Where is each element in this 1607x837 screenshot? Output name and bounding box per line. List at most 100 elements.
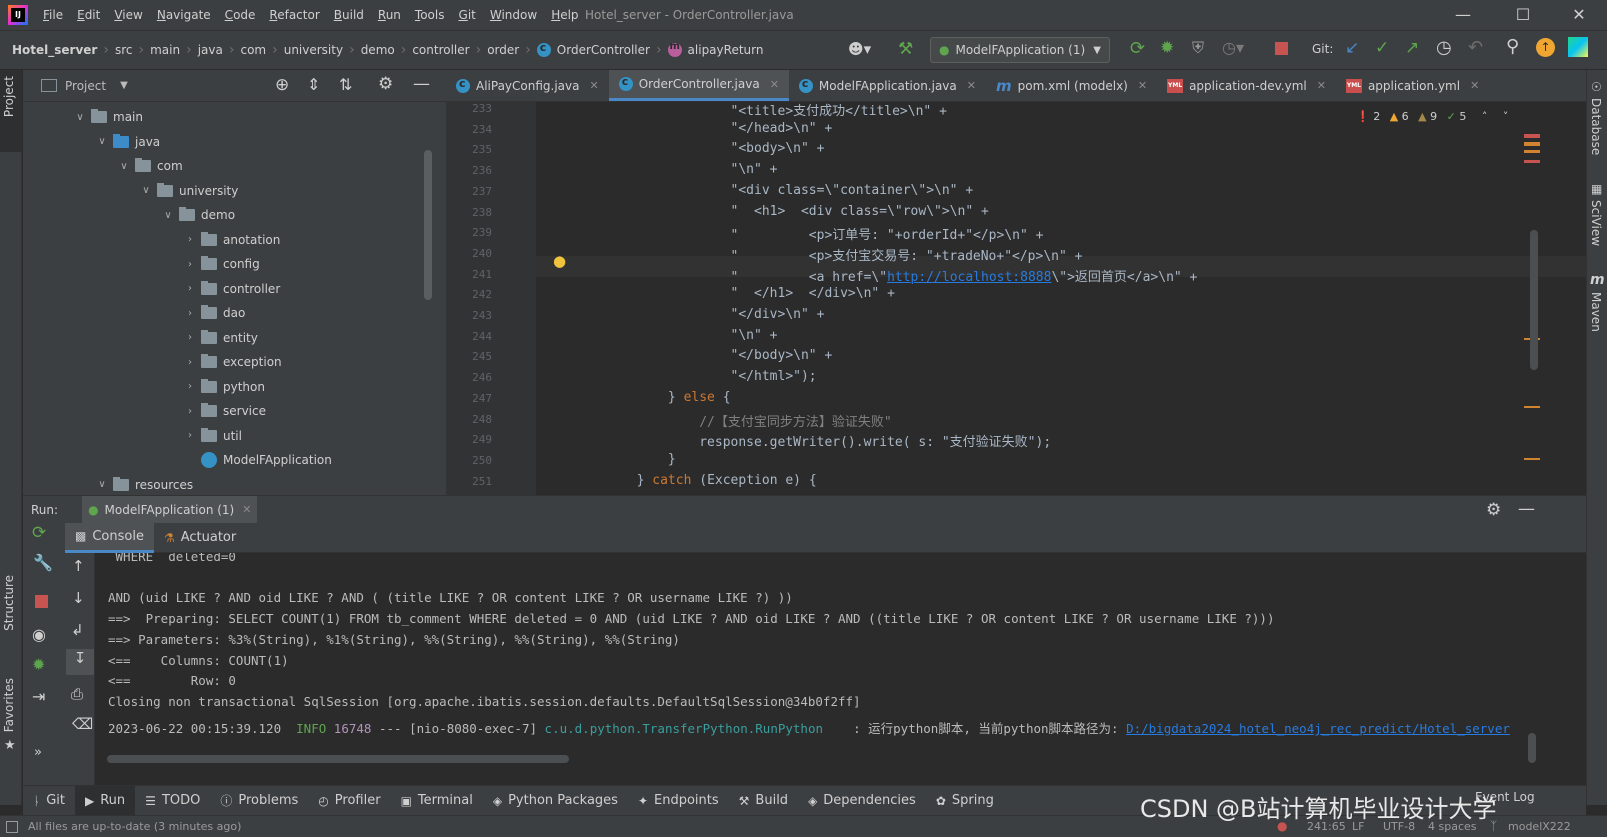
tree-item[interactable]: › exception	[183, 350, 282, 374]
breadcrumb-ordercontroller[interactable]: OrderController	[533, 41, 654, 57]
stop-icon[interactable]	[1275, 42, 1288, 55]
error-stripe-marker[interactable]	[1524, 134, 1540, 138]
chevron-right-icon[interactable]: ›	[183, 283, 197, 294]
trash-icon[interactable]: ⌫	[72, 715, 93, 733]
breadcrumb-main[interactable]: main	[146, 43, 184, 57]
rollback-icon[interactable]: ↶	[1468, 37, 1483, 58]
bottom-tab-problems[interactable]: ⓘ Problems	[210, 786, 308, 815]
close-tab-icon[interactable]: ✕	[242, 503, 251, 516]
tree-item[interactable]: › util	[183, 424, 242, 448]
soft-wrap-icon[interactable]: ↲	[71, 621, 84, 639]
close-tab-icon[interactable]: ✕	[1317, 79, 1326, 92]
editor-tab[interactable]: m pom.xml (modelx) ✕	[986, 70, 1157, 101]
chevron-down-icon[interactable]: ∨	[95, 136, 109, 147]
chevron-right-icon[interactable]: ›	[183, 234, 197, 245]
code-line[interactable]: "</html>");	[574, 369, 817, 384]
warning-stripe-marker[interactable]	[1524, 406, 1540, 408]
tree-item[interactable]: ModelFApplication	[183, 448, 332, 472]
code-line[interactable]: " </h1> </div>\n" +	[574, 286, 895, 301]
menu-build[interactable]: Build	[327, 8, 371, 22]
code-line[interactable]: response.getWriter().write( s: "支付验证失败")…	[574, 431, 1051, 450]
menu-run[interactable]: Run	[371, 8, 408, 22]
gear-icon[interactable]: ⚙	[1486, 500, 1501, 520]
status-window-icon[interactable]	[6, 820, 18, 833]
rerun-icon[interactable]: ⟳	[32, 523, 46, 543]
coverage-icon[interactable]: ⛨	[1192, 38, 1204, 58]
tree-item[interactable]: › service	[183, 399, 266, 423]
code-line[interactable]: "\n" +	[574, 162, 778, 177]
history-icon[interactable]: ◷	[1436, 37, 1452, 58]
print-icon[interactable]: ⎙	[71, 685, 83, 703]
console-vscrollbar[interactable]	[1528, 733, 1536, 763]
code-line[interactable]: } catch (Exception e) {	[574, 473, 817, 488]
breadcrumb-controller[interactable]: controller	[408, 43, 473, 57]
rerun-icon[interactable]: ⟳	[1130, 38, 1145, 59]
user-icon[interactable]: ☻▾	[848, 40, 871, 58]
code-line[interactable]: "<title>支付成功</title>\n" +	[574, 100, 947, 119]
code-line[interactable]: }	[574, 452, 676, 467]
breadcrumb-com[interactable]: com	[236, 43, 270, 57]
tree-item[interactable]: ∨ resources	[95, 473, 193, 497]
profile-icon[interactable]: ◷▾	[1222, 38, 1244, 57]
inspection-indicators[interactable]: ❗ 2 ▲ 6 ▲ 9 ✓ 5 ˄ ˅	[1356, 110, 1508, 123]
favorites-tool-tab[interactable]: Favorites	[2, 678, 16, 732]
tree-item[interactable]: › controller	[183, 277, 280, 301]
breadcrumb-demo[interactable]: demo	[357, 43, 399, 57]
menu-navigate[interactable]: Navigate	[150, 8, 218, 22]
menu-edit[interactable]: Edit	[70, 8, 107, 22]
arrow-up-icon[interactable]: ↑	[72, 557, 85, 575]
code-line[interactable]: "</div>\n" +	[574, 307, 825, 322]
chevron-up-icon[interactable]: ˄	[1482, 110, 1488, 123]
menu-help[interactable]: Help	[544, 8, 585, 22]
bottom-tab-build[interactable]: ⚒ Build	[729, 786, 798, 815]
chevron-down-icon[interactable]: ˅	[1503, 110, 1509, 123]
menu-code[interactable]: Code	[218, 8, 263, 22]
code-line[interactable]: " <a href=\"http://localhost:8888\">返回首页…	[574, 266, 1198, 285]
minimize-icon[interactable]: —	[1440, 0, 1486, 30]
menu-tools[interactable]: Tools	[408, 8, 452, 22]
updates-icon[interactable]: ↑	[1536, 38, 1555, 57]
locate-icon[interactable]: ⊕	[275, 75, 289, 95]
close-tab-icon[interactable]: ✕	[590, 79, 599, 92]
error-stripe-marker[interactable]	[1524, 160, 1540, 163]
editor-tab[interactable]: ModelFApplication.java ✕	[789, 70, 986, 101]
actuator-tab[interactable]: ⚗ Actuator	[154, 523, 246, 553]
intention-bulb-icon[interactable]: ●	[553, 252, 566, 270]
structure-tool-tab[interactable]: Structure	[2, 575, 16, 631]
bottom-tab-git[interactable]: ᚿ Git	[23, 786, 75, 815]
debug-icon[interactable]: ✹	[32, 655, 45, 674]
log-path-link[interactable]: D:/bigdata2024_hotel_neo4j_rec_predict/H…	[1126, 721, 1510, 736]
maximize-icon[interactable]: ☐	[1500, 0, 1546, 30]
database-tool-tab[interactable]: Database	[1589, 98, 1603, 155]
tree-item[interactable]: › entity	[183, 326, 258, 350]
bottom-tab-run[interactable]: ▶ Run	[75, 786, 136, 815]
scroll-to-end-icon[interactable]: ↧	[66, 649, 94, 675]
close-tab-icon[interactable]: ✕	[967, 79, 976, 92]
chevron-right-icon[interactable]: ›	[183, 357, 197, 368]
tree-item[interactable]: › python	[183, 375, 265, 399]
chevron-down-icon[interactable]: ∨	[139, 185, 153, 196]
project-panel-title[interactable]: Project	[65, 79, 106, 93]
tree-item[interactable]: ∨ university	[139, 179, 238, 203]
close-icon[interactable]: ✕	[1556, 0, 1602, 30]
chevron-down-icon[interactable]: ∨	[73, 112, 87, 123]
code-line[interactable]: " <h1> <div class=\"row\">\n" +	[574, 204, 989, 219]
toolbox-icon[interactable]	[1568, 37, 1588, 57]
git-push-icon[interactable]: ↗	[1405, 38, 1419, 58]
git-commit-icon[interactable]: ✓	[1375, 38, 1389, 58]
tree-item[interactable]: › anotation	[183, 228, 280, 252]
bottom-tab-dependencies[interactable]: ◈ Dependencies	[798, 786, 926, 815]
editor-scrollbar[interactable]	[1530, 230, 1538, 370]
hide-panel-icon[interactable]: —	[413, 74, 430, 94]
close-tab-icon[interactable]: ✕	[770, 78, 779, 91]
bottom-tab-todo[interactable]: ☰ TODO	[135, 786, 210, 815]
code-line[interactable]: "</head>\n" +	[574, 121, 833, 136]
bottom-tab-endpoints[interactable]: ✦ Endpoints	[628, 786, 729, 815]
stop-icon[interactable]	[35, 595, 48, 608]
menu-window[interactable]: Window	[483, 8, 544, 22]
exit-icon[interactable]: ⇥	[32, 687, 45, 706]
chevron-down-icon[interactable]: ▼	[120, 80, 128, 91]
breadcrumb-order[interactable]: order	[483, 43, 523, 57]
build-hammer-icon[interactable]: ⚒	[898, 39, 913, 59]
menu-view[interactable]: View	[107, 8, 149, 22]
